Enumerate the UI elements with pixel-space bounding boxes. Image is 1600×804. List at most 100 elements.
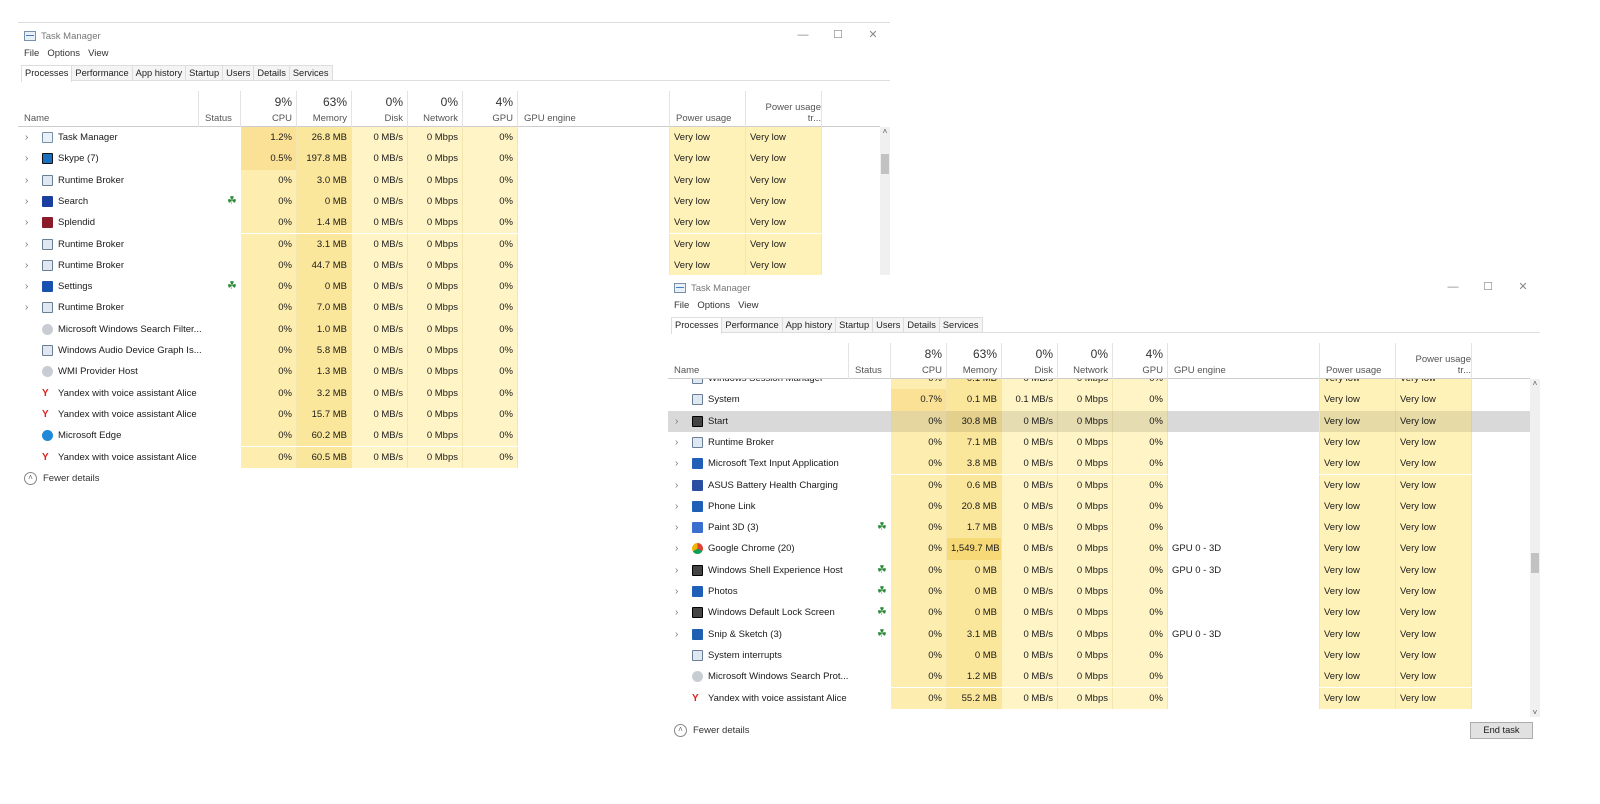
process-row[interactable]: › Photos ☘ 0% 0 MB 0 MB/s 0 Mbps 0% Very low Very… [668,581,1530,603]
process-row[interactable]: › Search ☘ 0% 0 MB 0 MB/s 0 Mbps 0% Very low Very… [18,190,880,213]
column-header-power-trend[interactable]: Power usage tr... [746,91,822,127]
column-header-gpu-engine[interactable]: GPU engine [1168,343,1320,379]
tab-app-history[interactable]: App history [781,317,837,332]
column-header-status[interactable]: Status [199,91,241,127]
column-header-power[interactable]: Power usage [1320,343,1396,379]
tab-users[interactable]: Users [222,65,255,80]
menu-view[interactable]: View [738,300,758,311]
menu-options[interactable]: Options [697,300,730,311]
expand-chevron-icon[interactable]: › [675,411,678,432]
close-button[interactable]: ✕ [858,27,888,43]
tab-performance[interactable]: Performance [721,317,783,332]
expand-chevron-icon[interactable]: › [675,453,678,474]
expand-chevron-icon[interactable]: › [675,517,678,538]
column-header-mem[interactable]: 63% Memory [297,91,352,127]
process-row[interactable]: System interrupts 0% 0 MB 0 MB/s 0 Mbps 0% Ver… [668,644,1530,667]
process-row[interactable]: › Paint 3D (3) ☘ 0% 1.7 MB 0 MB/s 0 Mbps 0% Very… [668,517,1530,539]
expand-chevron-icon[interactable]: › [675,538,678,559]
tab-details[interactable]: Details [253,65,290,80]
process-row[interactable]: › Windows Default Lock Screen ☘ 0% 0 MB 0 MB/… [668,602,1530,624]
expand-chevron-icon[interactable]: › [25,255,28,276]
process-row[interactable]: › Runtime Broker 0% 3.1 MB 0 MB/s 0 Mbps 0% Ver… [18,233,880,255]
expand-chevron-icon[interactable]: › [25,170,28,191]
process-row[interactable]: › Phone Link 0% 20.8 MB 0 MB/s 0 Mbps 0% Very l… [668,495,1530,518]
expand-chevron-icon[interactable]: › [675,432,678,453]
process-row[interactable]: › Skype (7) 0.5% 197.8 MB 0 MB/s 0 Mbps 0% Very… [18,148,880,170]
minimize-button[interactable]: — [788,27,818,43]
process-row[interactable]: Y Yandex with voice assistant Alice 0% 55.2… [668,687,1530,709]
menu-file[interactable]: File [24,48,39,59]
minimize-button[interactable]: — [1438,279,1468,295]
column-header-gpu[interactable]: 4% GPU [463,91,518,127]
scrollbar-thumb[interactable] [1531,552,1539,573]
column-header-mem[interactable]: 63% Memory [947,343,1002,379]
tab-startup[interactable]: Startup [835,317,874,332]
process-row[interactable]: › Runtime Broker 0% 3.0 MB 0 MB/s 0 Mbps 0% Ver… [18,169,880,191]
tab-processes[interactable]: Processes [21,65,73,82]
expand-chevron-icon[interactable]: › [675,475,678,496]
expand-chevron-icon[interactable]: › [675,496,678,517]
expand-chevron-icon[interactable]: › [25,148,28,169]
expand-chevron-icon[interactable]: › [25,127,28,148]
maximize-button[interactable]: ☐ [1473,279,1503,295]
column-header-disk[interactable]: 0% Disk [1002,343,1058,379]
process-row[interactable]: › Splendid 0% 1.4 MB 0 MB/s 0 Mbps 0% Very low V… [18,212,880,234]
tab-users[interactable]: Users [872,317,905,332]
process-row[interactable]: › Windows Shell Experience Host ☘ 0% 0 MB 0 M… [668,559,1530,581]
process-row[interactable]: › Runtime Broker 0% 44.7 MB 0 MB/s 0 Mbps 0% Ve… [18,254,880,277]
column-header-power[interactable]: Power usage [670,91,746,127]
process-row[interactable]: › Snip & Sketch (3) ☘ 0% 3.1 MB 0 MB/s 0 Mbps 0… [668,623,1530,645]
column-header-gpu-engine[interactable]: GPU engine [518,91,670,127]
menu-options[interactable]: Options [47,48,80,59]
column-header-gpu[interactable]: 4% GPU [1113,343,1168,379]
process-row[interactable]: › Microsoft Text Input Application 0% 3.8 M… [668,453,1530,475]
process-row[interactable]: › Runtime Broker 0% 7.1 MB 0 MB/s 0 Mbps 0% Ver… [668,431,1530,454]
expand-chevron-icon[interactable]: › [25,234,28,255]
scroll-down-icon[interactable]: ˅ [1530,708,1540,717]
vertical-scrollbar[interactable]: ˄˅ [1530,379,1540,717]
tab-services[interactable]: Services [938,317,983,332]
close-button[interactable]: ✕ [1508,279,1538,295]
fewer-details-button[interactable]: ˄ Fewer details [674,724,750,737]
column-header-net[interactable]: 0% Network [408,91,463,127]
process-row[interactable]: › ASUS Battery Health Charging 0% 0.6 MB 0 M… [668,474,1530,496]
scroll-up-icon[interactable]: ˄ [880,127,890,136]
tab-app-history[interactable]: App history [131,65,187,80]
expand-chevron-icon[interactable]: › [675,602,678,623]
process-row[interactable]: › Task Manager 1.2% 26.8 MB 0 MB/s 0 Mbps 0% Ve… [18,127,880,149]
scrollbar-thumb[interactable] [881,154,889,175]
expand-chevron-icon[interactable]: › [25,212,28,233]
fewer-details-button[interactable]: ˄ Fewer details [24,472,100,485]
maximize-button[interactable]: ☐ [823,27,853,43]
column-header-cpu[interactable]: 8% CPU [891,343,947,379]
expand-chevron-icon[interactable]: › [675,581,678,602]
expand-chevron-icon[interactable]: › [675,624,678,645]
menu-file[interactable]: File [674,300,689,311]
column-header-name[interactable]: Name [668,343,849,379]
process-row[interactable]: System 0.7% 0.1 MB 0.1 MB/s 0 Mbps 0% Very low… [668,389,1530,411]
paint-icon [692,522,703,534]
tab-startup[interactable]: Startup [185,65,224,80]
expand-chevron-icon[interactable]: › [25,276,28,297]
expand-chevron-icon[interactable]: › [675,560,678,581]
process-row[interactable]: Windows Session Manager0%0.1 MB0 MB/s0 M… [668,379,1530,390]
process-row[interactable]: Microsoft Windows Search Prot... 0% 1.2 MB… [668,666,1530,688]
column-header-power-trend[interactable]: Power usage tr... [1396,343,1472,379]
column-header-cpu[interactable]: 9% CPU [241,91,297,127]
tab-services[interactable]: Services [288,65,333,80]
column-header-net[interactable]: 0% Network [1058,343,1113,379]
tab-performance[interactable]: Performance [71,65,133,80]
tab-processes[interactable]: Processes [671,317,723,334]
end-task-button[interactable]: End task [1470,722,1533,739]
scroll-up-icon[interactable]: ˄ [1530,379,1540,388]
expand-chevron-icon[interactable]: › [25,191,28,212]
cell-pt: Very low [746,254,822,277]
column-header-name[interactable]: Name [18,91,199,127]
column-header-disk[interactable]: 0% Disk [352,91,408,127]
expand-chevron-icon[interactable]: › [25,297,28,318]
process-row[interactable]: › Google Chrome (20) 0% 1,549.7 MB 0 MB/s 0 M… [668,538,1530,560]
process-row[interactable]: › Start 0% 30.8 MB 0 MB/s 0 Mbps 0% Very low Ver… [668,410,1530,432]
column-header-status[interactable]: Status [849,343,891,379]
menu-view[interactable]: View [88,48,108,59]
tab-details[interactable]: Details [903,317,940,332]
